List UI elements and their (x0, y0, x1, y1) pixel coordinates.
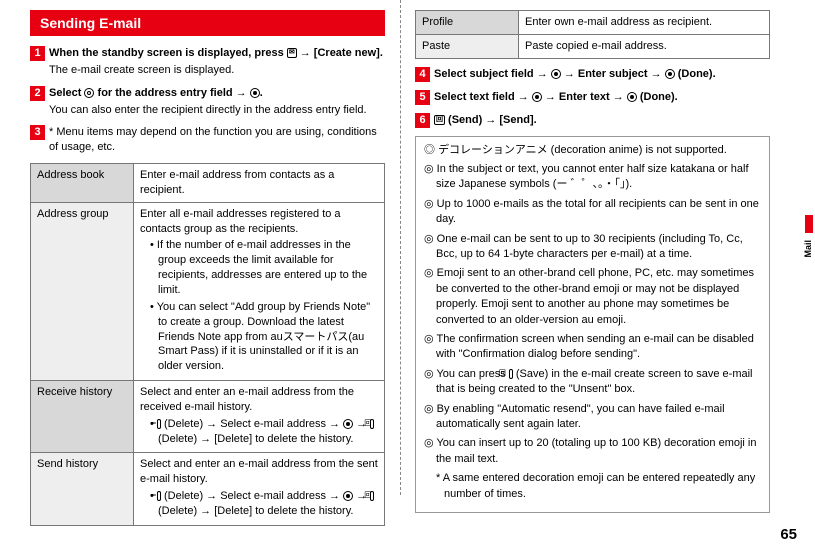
side-tab-label: Mail (803, 240, 813, 258)
center-key-icon (532, 92, 542, 102)
step-number-icon: 3 (30, 125, 45, 140)
inner-list: ═ (Delete) → Select e-mail address → → 回… (140, 489, 378, 519)
step-body: When the standby screen is displayed, pr… (49, 46, 385, 78)
note-line: ◎ One e-mail can be sent to up to 30 rec… (424, 232, 761, 263)
list-item: ═ (Delete) → Select e-mail address → → 回… (150, 489, 378, 519)
center-key-icon (665, 69, 675, 79)
soft-key-icon: 回 (370, 491, 374, 501)
step1-note: The e-mail create screen is displayed. (49, 63, 385, 78)
step6-main: 回 (Send) → [Send]. (434, 114, 537, 126)
step-number-icon: 5 (415, 90, 430, 105)
note-text: Up to 1000 e-mails as the total for all … (436, 198, 759, 225)
step2-main: Select for the address entry field → . (49, 87, 263, 99)
note-line: ◎ The confirmation screen when sending a… (424, 332, 761, 363)
profile-paste-table: Profile Enter own e-mail address as reci… (415, 10, 770, 59)
list-item: If the number of e-mail addresses in the… (150, 238, 378, 297)
cell-label: Paste (416, 34, 519, 58)
cog-icon (84, 88, 94, 98)
table-row: Paste Paste copied e-mail address. (416, 34, 770, 58)
soft-key-icon: 回 (509, 369, 513, 379)
table-row: Receive history Select and enter an e-ma… (31, 381, 385, 453)
mail-key-icon: ✉ (287, 48, 297, 58)
left-column: Sending E-mail 1 When the standby screen… (30, 10, 400, 510)
cell-value: Enter all e-mail addresses registered to… (134, 202, 385, 380)
cell-label: Address book (31, 164, 134, 203)
cell-value: Enter own e-mail address as recipient. (519, 11, 770, 35)
step-number-icon: 4 (415, 67, 430, 82)
right-column: Profile Enter own e-mail address as reci… (400, 10, 770, 510)
center-key-icon (343, 491, 353, 501)
cell-label: Receive history (31, 381, 134, 453)
center-key-icon (551, 69, 561, 79)
note-text: The confirmation screen when sending an … (436, 333, 754, 360)
note-line: ◎ Emoji sent to an other-brand cell phon… (424, 266, 761, 328)
note-line: ◎ By enabling "Automatic resend", you ca… (424, 402, 761, 433)
side-tab: Mail (799, 230, 813, 270)
list-item: ═ (Delete) → Select e-mail address → → 回… (150, 417, 378, 447)
side-tab-marker (805, 215, 813, 233)
note-text: One e-mail can be sent to up to 30 recip… (436, 233, 743, 260)
soft-key-icon: 回 (370, 419, 374, 429)
cell-value: Enter e-mail address from contacts as a … (134, 164, 385, 203)
step2-note: You can also enter the recipient directl… (49, 103, 385, 118)
step-1: 1 When the standby screen is displayed, … (30, 46, 385, 78)
table-row: Profile Enter own e-mail address as reci… (416, 11, 770, 35)
note-line: ◎ You can press 回 (Save) in the e-mail c… (424, 367, 761, 398)
step-body: 回 (Send) → [Send]. (434, 113, 770, 128)
step-4: 4 Select subject field → → Enter subject… (415, 67, 770, 82)
step1-main: When the standby screen is displayed, pr… (49, 47, 383, 59)
table-row: Send history Select and enter an e-mail … (31, 453, 385, 525)
note-subline: * A same entered decoration emoji can be… (424, 471, 761, 502)
cell-value: Paste copied e-mail address. (519, 34, 770, 58)
soft-key-icon: ═ (157, 419, 161, 429)
table-row: Address group Enter all e-mail addresses… (31, 202, 385, 380)
step4-main: Select subject field → → Enter subject →… (434, 68, 716, 80)
cell-text: Select and enter an e-mail address from … (140, 386, 354, 413)
cell-label: Profile (416, 11, 519, 35)
step-body: Select text field → → Enter text → (Done… (434, 90, 770, 105)
step-body: * Menu items may depend on the function … (49, 125, 385, 155)
soft-key-icon: 回 (434, 115, 445, 125)
step-number-icon: 1 (30, 46, 45, 61)
step-3: 3 * Menu items may depend on the functio… (30, 125, 385, 155)
page-content: Sending E-mail 1 When the standby screen… (0, 0, 815, 510)
note-text: Emoji sent to an other-brand cell phone,… (436, 267, 754, 325)
step5-main: Select text field → → Enter text → (Done… (434, 91, 678, 103)
cell-text: Select and enter an e-mail address from … (140, 458, 378, 485)
step-6: 6 回 (Send) → [Send]. (415, 113, 770, 128)
center-key-icon (343, 419, 353, 429)
note-line: ◎ In the subject or text, you cannot ent… (424, 162, 761, 193)
notes-box: ◎ デコレーションアニメ (decoration anime) is not s… (415, 136, 770, 513)
note-text: By enabling "Automatic resend", you can … (436, 403, 725, 430)
step-5: 5 Select text field → → Enter text → (Do… (415, 90, 770, 105)
page-number: 65 (780, 526, 797, 543)
cell-text: Enter all e-mail addresses registered to… (140, 208, 341, 235)
address-options-table: Address book Enter e-mail address from c… (30, 163, 385, 526)
cell-label: Send history (31, 453, 134, 525)
note-text: In the subject or text, you cannot enter… (436, 163, 749, 190)
note-text: デコレーションアニメ (decoration anime) is not sup… (438, 144, 727, 156)
inner-list: ═ (Delete) → Select e-mail address → → 回… (140, 417, 378, 447)
inner-list: If the number of e-mail addresses in the… (140, 238, 378, 374)
note-text: * A same entered decoration emoji can be… (436, 472, 755, 499)
step-2: 2 Select for the address entry field → .… (30, 86, 385, 118)
step-number-icon: 6 (415, 113, 430, 128)
table-row: Address book Enter e-mail address from c… (31, 164, 385, 203)
note-line: ◎ You can insert up to 20 (totaling up t… (424, 436, 761, 467)
center-key-icon (250, 88, 260, 98)
note-line: ◎ デコレーションアニメ (decoration anime) is not s… (424, 143, 761, 158)
list-item: You can select "Add group by Friends Not… (150, 300, 378, 374)
section-header: Sending E-mail (30, 10, 385, 36)
cell-label: Address group (31, 202, 134, 380)
cell-value: Select and enter an e-mail address from … (134, 381, 385, 453)
soft-key-icon: ═ (157, 491, 161, 501)
step3-main: * Menu items may depend on the function … (49, 126, 377, 153)
step-body: Select for the address entry field → . Y… (49, 86, 385, 118)
center-key-icon (627, 92, 637, 102)
note-text: You can insert up to 20 (totaling up to … (436, 437, 757, 464)
cell-value: Select and enter an e-mail address from … (134, 453, 385, 525)
note-line: ◎ Up to 1000 e-mails as the total for al… (424, 197, 761, 228)
step-body: Select subject field → → Enter subject →… (434, 67, 770, 82)
step-number-icon: 2 (30, 86, 45, 101)
